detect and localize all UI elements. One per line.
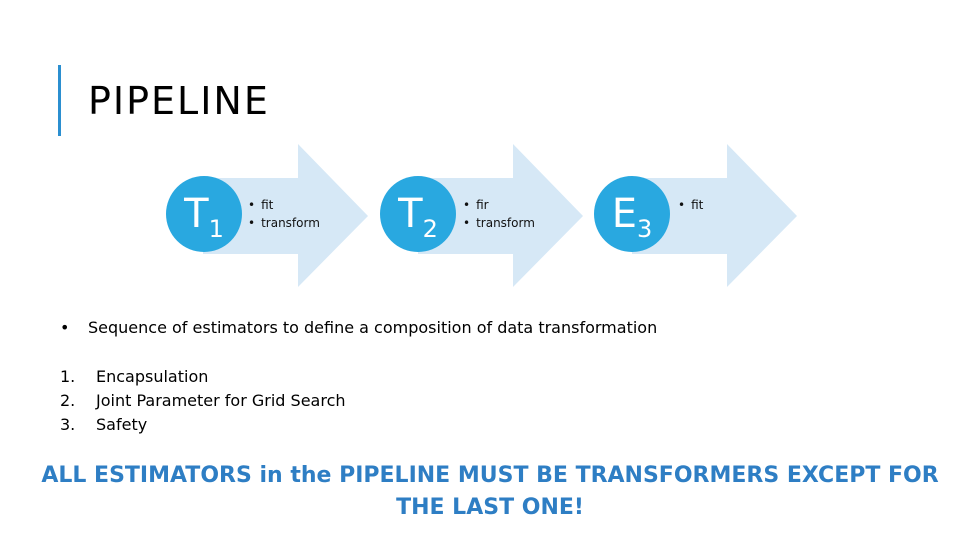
stage-1-methods: fit transform [248,196,320,232]
method-item: transform [248,214,320,232]
slide: PIPELINE T1 fit transform T2 fir transfo… [0,0,960,540]
stage-3-circle: E3 [594,176,670,252]
list-item: 2. Joint Parameter for Grid Search [60,390,346,414]
list-text: Safety [96,415,148,434]
list-number: 3. [60,415,76,434]
conclusion-text: ALL ESTIMATORS in the PIPELINE MUST BE T… [41,463,939,520]
bullet-dot: • [60,318,70,337]
stage-1-subscript: 1 [208,215,224,243]
stage-3-subscript: 3 [637,215,653,243]
stage-2-subscript: 2 [422,215,438,243]
stage-1-circle: T1 [166,176,242,252]
stage-2-letter: T [398,191,423,237]
stage-2-circle: T2 [380,176,456,252]
list-item: 1. Encapsulation [60,366,346,390]
title-accent-bar [58,65,61,136]
method-item: fit [678,196,703,214]
list-number: 2. [60,391,76,410]
list-number: 1. [60,367,76,386]
stage-3-letter: E [611,191,637,237]
main-bullet-text: Sequence of estimators to define a compo… [88,318,658,337]
method-item: transform [463,214,535,232]
list-text: Encapsulation [96,367,209,386]
main-bullet: • Sequence of estimators to define a comp… [60,318,657,337]
stage-2-methods: fir transform [463,196,535,232]
method-item: fir [463,196,535,214]
list-text: Joint Parameter for Grid Search [96,391,346,410]
stage-1-letter: T [184,191,209,237]
benefits-list: 1. Encapsulation 2. Joint Parameter for Gr… [60,366,346,438]
stage-3-methods: fit [678,196,703,214]
slide-title: PIPELINE [88,79,270,123]
list-item: 3. Safety [60,414,346,438]
method-item: fit [248,196,320,214]
